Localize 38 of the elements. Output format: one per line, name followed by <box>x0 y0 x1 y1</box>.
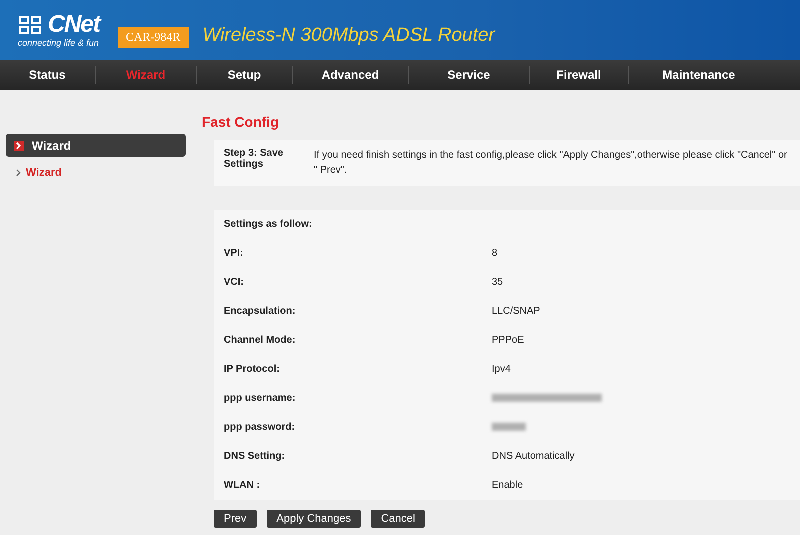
setting-value: Ipv4 <box>492 364 511 375</box>
setting-label: VCI: <box>224 277 245 288</box>
nav-tab[interactable]: Service <box>409 66 530 84</box>
nav-tab[interactable]: Advanced <box>293 66 409 84</box>
setting-label: WLAN : <box>224 480 262 491</box>
setting-label: Encapsulation: <box>224 306 297 317</box>
nav-tab[interactable]: Setup <box>197 66 293 84</box>
chevron-icon <box>16 169 22 177</box>
nav-tab[interactable]: Firewall <box>530 66 629 84</box>
action-button[interactable]: Apply Changes <box>266 510 362 528</box>
step-label: Step 3: Save Settings <box>224 148 284 172</box>
chevron-icon <box>14 140 24 150</box>
product-title: Wireless-N 300Mbps ADSL Router <box>202 25 496 47</box>
model-badge: CAR-984R <box>118 26 189 48</box>
settings-heading: Settings as follow: <box>224 219 314 230</box>
setting-value: DNS Automatically <box>492 451 575 462</box>
setting-label: Channel Mode: <box>224 335 297 346</box>
setting-label: DNS Setting: <box>224 451 286 462</box>
setting-value: 35 <box>492 277 504 288</box>
action-button[interactable]: Cancel <box>371 510 426 528</box>
setting-label: IP Protocol: <box>224 364 281 375</box>
setting-value: 8 <box>492 248 498 259</box>
brand-tagline: connecting life & fun <box>18 38 100 48</box>
nav-tab[interactable]: Status <box>0 66 96 84</box>
action-button[interactable]: Prev <box>214 510 257 528</box>
setting-label: ppp password: <box>224 422 296 433</box>
nav-tab[interactable]: Maintenance <box>629 66 769 84</box>
setting-value: Enable <box>492 480 524 491</box>
blurred-value <box>492 423 526 432</box>
page-title: Fast Config <box>202 114 280 130</box>
setting-value: PPPoE <box>492 335 524 346</box>
setting-label: VPI: <box>224 248 244 259</box>
sidebar-heading[interactable]: Wizard <box>6 134 186 157</box>
brand-logo: CNet <box>48 12 100 38</box>
setting-label: ppp username: <box>224 393 297 404</box>
setting-value: LLC/SNAP <box>492 306 540 317</box>
step-description: If you need finish settings in the fast config,please click "Apply Changes",otherwise please click "Cancel" or " Prev". <box>314 149 788 178</box>
sidebar-item[interactable]: Wizard <box>16 167 62 179</box>
